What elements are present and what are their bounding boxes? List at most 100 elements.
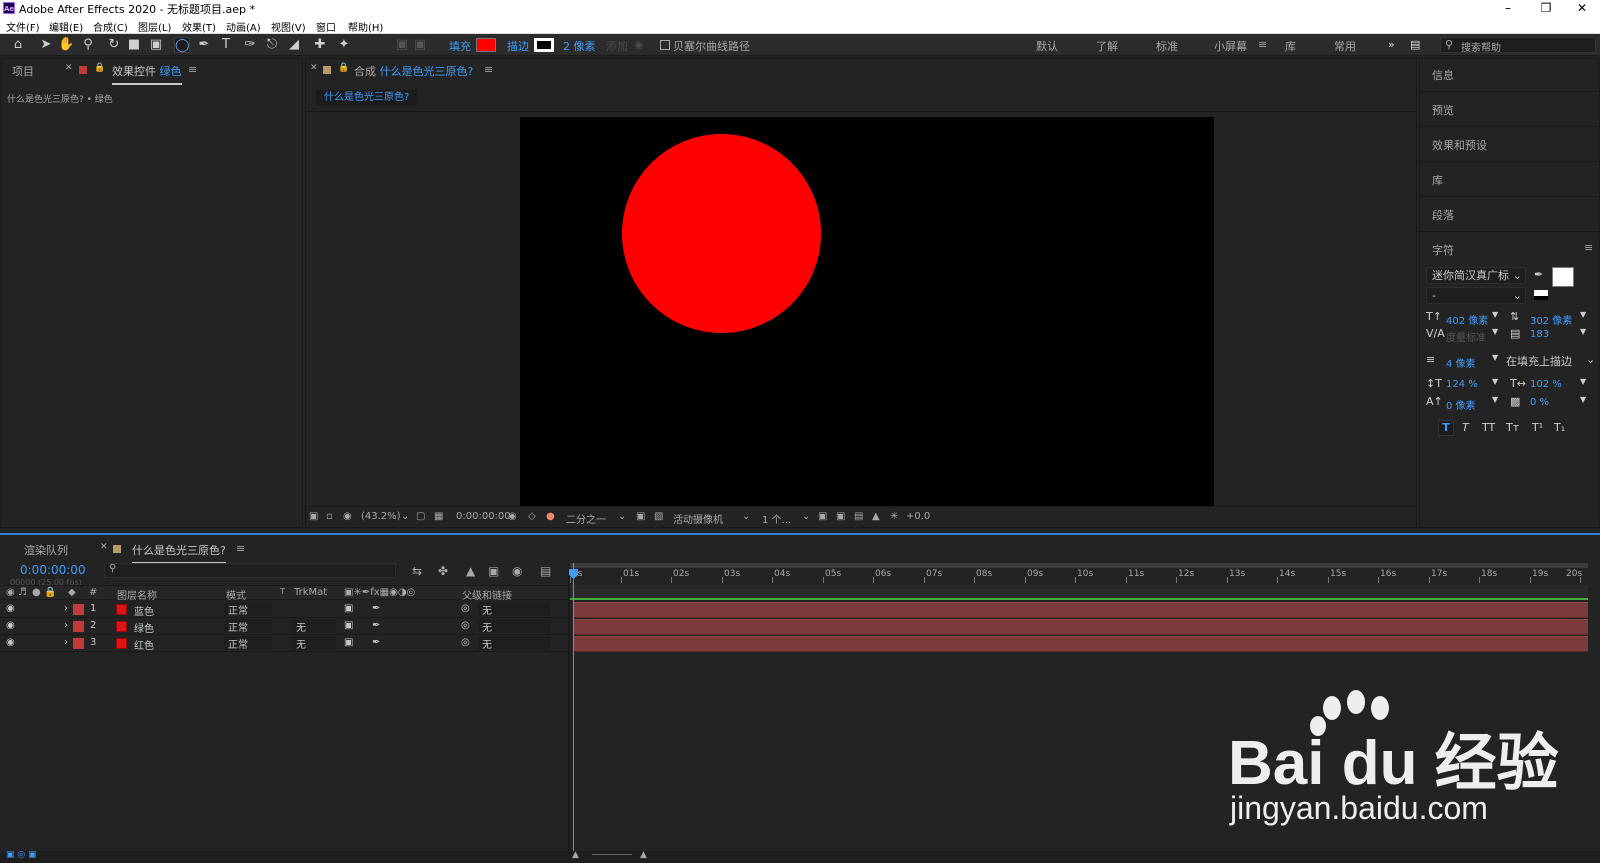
chevron-down-icon[interactable]: ▼ xyxy=(1580,310,1586,319)
stroke-label[interactable]: 描边 xyxy=(507,38,529,54)
zoom-in-icon[interactable]: ▲ xyxy=(640,850,647,860)
tracking-value[interactable]: 183 xyxy=(1530,329,1549,340)
fill-color-swatch[interactable] xyxy=(476,38,496,52)
home-icon[interactable]: ⌂ xyxy=(10,37,26,53)
eraser-tool-icon[interactable]: ◢ xyxy=(286,37,302,53)
shy-switch-icon[interactable]: ▣ xyxy=(344,603,353,614)
chevron-down-icon[interactable]: ▼ xyxy=(1580,327,1586,336)
faux-bold-button[interactable]: T xyxy=(1438,420,1454,436)
panel-menu-icon[interactable]: ≡ xyxy=(236,542,245,555)
type-tool-icon[interactable]: T xyxy=(218,37,234,53)
hand-tool-icon[interactable]: ✋ xyxy=(58,37,74,53)
comp-subtab[interactable]: 什么是色光三原色? xyxy=(316,90,418,106)
layer-duration-bar[interactable] xyxy=(574,619,1588,635)
leading-value[interactable]: 302 像素 xyxy=(1530,312,1572,327)
motion-blur-icon[interactable]: ◉ xyxy=(512,564,522,578)
expand-chevron-icon[interactable]: › xyxy=(64,620,68,631)
draft-3d-icon[interactable]: ✤ xyxy=(438,564,448,578)
parent-dropdown[interactable]: 无 xyxy=(478,636,550,651)
quality-switch-icon[interactable]: ✒ xyxy=(372,603,380,614)
trkmat-dropdown[interactable]: 无 xyxy=(292,619,336,634)
tab-close-icon[interactable]: ✕ xyxy=(100,542,108,552)
timeline-timecode[interactable]: 0:00:00:00 xyxy=(20,563,86,577)
display-icon[interactable]: ▫ xyxy=(326,511,333,522)
eyedropper-icon[interactable]: ✒ xyxy=(1534,268,1543,281)
table-row[interactable]: ◉ › 2 绿色 正常 无 ▣ ✒ ◎ 无 xyxy=(0,618,568,635)
stroke-mode-dropdown[interactable]: 在填充上描边 xyxy=(1506,353,1572,369)
font-style-dropdown[interactable]: - ⌄ xyxy=(1426,287,1526,304)
workspace-learn[interactable]: 了解 xyxy=(1096,38,1118,54)
layer-name[interactable]: 绿色 xyxy=(134,620,154,635)
visibility-icon[interactable]: ◉ xyxy=(6,587,15,598)
frame-blending-icon[interactable]: ▣ xyxy=(488,564,499,578)
lock-icon[interactable]: 🔒 xyxy=(338,63,349,73)
tab-render-queue[interactable]: 渲染队列 xyxy=(24,542,68,558)
composition-canvas[interactable] xyxy=(520,117,1214,506)
label-color-icon[interactable] xyxy=(73,604,84,615)
ellipse-tool-icon[interactable]: ◯ xyxy=(174,37,190,53)
layer-name[interactable]: 红色 xyxy=(134,637,154,652)
transparency-grid-icon[interactable]: ▧ xyxy=(654,511,663,522)
tab-composition[interactable]: 合成 什么是色光三原色? xyxy=(354,63,473,79)
fill-label[interactable]: 填充 xyxy=(449,38,471,54)
label-color-icon[interactable] xyxy=(73,638,84,649)
minimize-icon[interactable]: – xyxy=(1490,0,1526,17)
mode-dropdown[interactable]: 正常 xyxy=(224,619,272,634)
chevron-down-icon[interactable]: ⌄ xyxy=(618,511,626,522)
superscript-button[interactable]: T¹ xyxy=(1532,421,1543,434)
tab-close-icon[interactable]: ✕ xyxy=(310,63,318,73)
restore-icon[interactable]: ❐ xyxy=(1528,0,1564,17)
exposure-value[interactable]: +0.0 xyxy=(906,511,930,522)
menu-effect[interactable]: 效果(T) xyxy=(182,19,216,34)
chevron-down-icon[interactable]: ▼ xyxy=(1580,377,1586,386)
chevron-down-icon[interactable]: ▼ xyxy=(1492,327,1498,336)
menu-animation[interactable]: 动画(A) xyxy=(226,19,261,34)
mode-dropdown[interactable]: 正常 xyxy=(224,602,272,617)
workspace-default[interactable]: 默认 xyxy=(1036,38,1058,54)
always-preview-icon[interactable]: ▣ xyxy=(309,511,318,522)
workspace-switch-icon[interactable]: ▤ xyxy=(1410,38,1420,51)
workspace-library[interactable]: 库 xyxy=(1285,38,1296,54)
panel-info[interactable]: 信息 xyxy=(1432,67,1454,83)
close-icon[interactable]: ✕ xyxy=(1564,0,1600,17)
roto-brush-tool-icon[interactable]: ✚ xyxy=(312,37,328,53)
chevron-down-icon[interactable]: ▼ xyxy=(1580,395,1586,404)
tab-timeline-comp[interactable]: 什么是色光三原色? xyxy=(132,542,226,564)
label-color-icon[interactable] xyxy=(73,621,84,632)
small-caps-button[interactable]: Tт xyxy=(1506,421,1519,434)
menu-file[interactable]: 文件(F) xyxy=(6,19,40,34)
snapshot-icon[interactable]: ◉ xyxy=(508,511,517,522)
panel-menu-icon[interactable]: ≡ xyxy=(1584,241,1593,254)
camera-dropdown[interactable]: 活动摄像机 xyxy=(673,511,723,526)
menu-composition[interactable]: 合成(C) xyxy=(93,19,128,34)
pickwhip-icon[interactable]: ◎ xyxy=(461,637,470,648)
chevron-down-icon[interactable]: ⌄ xyxy=(401,511,409,522)
zoom-slider[interactable] xyxy=(592,854,632,855)
camera-tool-icon[interactable]: ■ xyxy=(126,37,142,53)
panel-paragraph[interactable]: 段落 xyxy=(1432,207,1454,223)
swap-colors-icon[interactable] xyxy=(1534,290,1548,300)
quality-switch-icon[interactable]: ✒ xyxy=(372,637,380,648)
panel-library[interactable]: 库 xyxy=(1432,172,1443,188)
brush-tool-icon[interactable]: ✑ xyxy=(242,37,258,53)
solo-icon[interactable]: ● xyxy=(32,587,41,598)
pen-tool-icon[interactable]: ✒ xyxy=(196,37,212,53)
resolution-dropdown[interactable]: 二分之一 xyxy=(566,511,606,526)
workspace-common[interactable]: 常用 xyxy=(1334,38,1356,54)
rotate-tool-icon[interactable]: ↻ xyxy=(106,37,122,53)
audio-icon[interactable]: ♬ xyxy=(18,587,27,598)
current-timecode[interactable]: 0:00:00:00 xyxy=(456,511,511,522)
workspace-menu-icon[interactable]: ≡ xyxy=(1258,38,1267,51)
font-family-dropdown[interactable]: 迷你简汉真广标 ⌄ xyxy=(1426,267,1526,284)
chevron-down-icon[interactable]: ▼ xyxy=(1492,310,1498,319)
pan-behind-tool-icon[interactable]: ▣ xyxy=(148,37,164,53)
visibility-icon[interactable]: ◉ xyxy=(6,637,15,648)
parent-dropdown[interactable]: 无 xyxy=(478,602,550,617)
trkmat-dropdown[interactable]: 无 xyxy=(292,636,336,651)
expand-chevron-icon[interactable]: › xyxy=(64,603,68,614)
expand-chevron-icon[interactable]: › xyxy=(64,637,68,648)
faux-italic-button[interactable]: T xyxy=(1462,421,1469,434)
layer-name[interactable]: 蓝色 xyxy=(134,603,154,618)
stroke-color-swatch[interactable] xyxy=(534,38,554,52)
chevron-down-icon[interactable]: ⌄ xyxy=(802,511,810,522)
